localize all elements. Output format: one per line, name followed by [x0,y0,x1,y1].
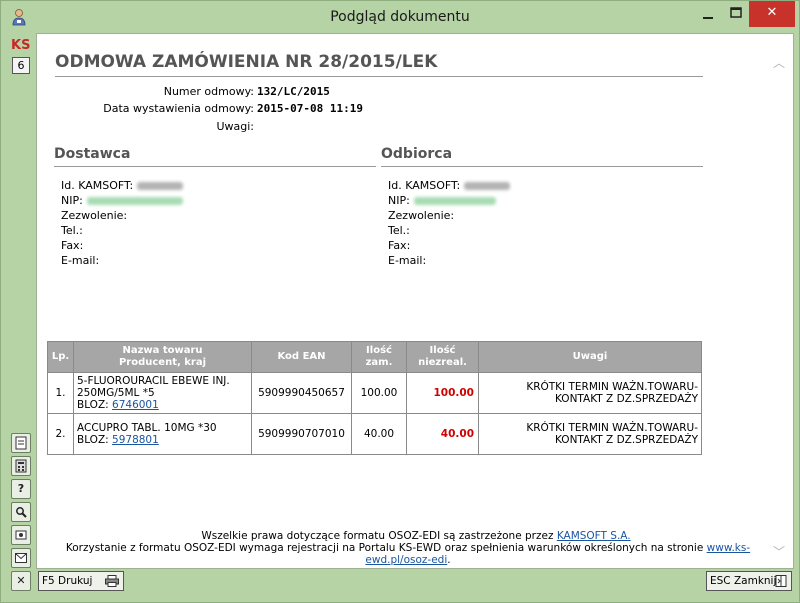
help-button[interactable]: ? [11,479,31,499]
table-row: 1. 5-FLUOROURACIL EBEWE INJ. 250MG/5ML *… [47,372,702,414]
meta-label: Numer odmowy: [163,85,254,98]
maximize-button[interactable] [723,1,749,27]
supplier-permit: Zezwolenie: [61,209,128,222]
meta-notes-row: Uwagi: [37,120,397,135]
recipient-heading: Odbiorca [381,146,453,162]
bloz-link[interactable]: 6746001 [112,399,159,411]
print-button[interactable]: F5 Drukuj [38,571,124,591]
recipient-permit: Zezwolenie: [388,209,455,222]
row-ean: 5909990707010 [251,413,352,455]
bloz-link[interactable]: 5978801 [112,434,159,446]
table-header-row: Lp. Nazwa towaru Producent, kraj Kod EAN… [47,341,702,373]
search-button[interactable] [11,502,31,522]
product-name: 5-FLUOROURACIL EBEWE INJ. [77,375,230,387]
left-toolbar: KS 6 ? ✕ [8,33,34,591]
maximize-icon [730,7,742,18]
redacted-value [137,182,184,190]
row-lp: 2. [47,413,74,455]
export-icon [15,530,27,540]
row-qty-unrealized: 100.00 [406,372,479,414]
search-icon [16,507,27,518]
recipient-kamsoft-id: Id. KAMSOFT: [388,179,511,192]
exit-button[interactable]: ✕ [11,571,31,591]
exit-door-icon [775,575,787,587]
supplier-kamsoft-id: Id. KAMSOFT: [61,179,184,192]
recipient-email: E-mail: [388,254,427,267]
preview-window: Podgląd dokumentu ✕ KS 6 ? ✕ ︿ ﹀ ODMOWA … [0,0,800,603]
calculator-button[interactable] [11,456,31,476]
redacted-value [413,197,496,205]
minimize-button[interactable] [693,1,723,27]
meta-date-row: Data wystawienia odmowy: 2015-07-08 11:1… [37,102,397,117]
row-notes: KRÓTKI TERMIN WAŻN.TOWARU- KONTAKT Z DZ.… [478,413,702,455]
header-ean: Kod EAN [251,341,352,373]
title-bar[interactable]: Podgląd dokumentu ✕ [1,1,799,33]
document-view[interactable]: ︿ ﹀ ODMOWA ZAMÓWIENIA NR 28/2015/LEK Num… [36,33,794,569]
supplier-divider [54,166,376,167]
page-number[interactable]: 6 [12,57,30,74]
close-icon: ✕ [16,574,26,587]
print-button-label: F5 Drukuj [42,575,93,587]
registration-notice: Korzystanie z formatu OSOZ-EDI wymaga re… [65,542,751,566]
meta-label: Data wystawienia odmowy: [103,102,254,115]
row-product: 5-FLUOROURACIL EBEWE INJ. 250MG/5ML *5 B… [73,372,252,414]
header-notes: Uwagi [478,341,702,373]
envelope-icon [15,553,27,563]
recipient-fax: Fax: [388,239,411,252]
kamsoft-link[interactable]: KAMSOFT S.A. [557,530,631,542]
row-qty-unrealized: 40.00 [406,413,479,455]
supplier-phone: Tel.: [61,224,83,237]
supplier-heading: Dostawca [54,146,131,162]
bottom-toolbar: F5 Drukuj ESC Zamknij [36,570,794,592]
header-qty-unrealized: Ilość niezreal. [406,341,479,373]
minimize-icon [703,17,713,19]
header-product-name-text: Nazwa towaru Producent, kraj [118,345,207,368]
header-qty-ordered: Ilość zam. [351,341,407,373]
close-button[interactable]: ESC Zamknij [706,571,792,591]
printer-icon [105,575,119,587]
document-info-icon [15,436,27,450]
recipient-phone: Tel.: [388,224,410,237]
header-lp: Lp. [47,341,74,373]
info-button[interactable] [11,433,31,453]
row-notes: KRÓTKI TERMIN WAŻN.TOWARU- KONTAKT Z DZ.… [478,372,702,414]
redacted-value [464,182,511,190]
title-divider [55,76,703,77]
ks-logo: KS [11,38,31,53]
row-qty-ordered: 40.00 [351,413,407,455]
close-icon: ✕ [766,5,778,20]
row-product: ACCUPRO TABL. 10MG *30 BLOZ: 5978801 [73,413,252,455]
window-title: Podgląd dokumentu [330,9,470,25]
refusal-items-table: Lp. Nazwa towaru Producent, kraj Kod EAN… [47,341,702,455]
row-ean: 5909990450657 [251,372,352,414]
meta-number-row: Numer odmowy: 132/LC/2015 [37,85,397,100]
close-button-label: ESC Zamknij [710,575,777,587]
table-row: 2. ACCUPRO TABL. 10MG *30 BLOZ: 5978801 … [47,413,702,455]
header-product-name: Nazwa towaru Producent, kraj [73,341,252,373]
email-button[interactable] [11,548,31,568]
supplier-fax: Fax: [61,239,84,252]
scroll-down-arrow-icon[interactable]: ﹀ [773,543,785,560]
product-bloz: BLOZ: 5978801 [77,434,159,446]
recipient-divider [381,166,703,167]
product-pack: 250MG/5ML *5 [77,387,155,399]
export-button[interactable] [11,525,31,545]
product-bloz: BLOZ: 6746001 [77,399,159,411]
recipient-nip: NIP: [388,194,496,207]
meta-value: 132/LC/2015 [257,85,330,98]
document-title: ODMOWA ZAMÓWIENIA NR 28/2015/LEK [55,52,438,72]
supplier-nip: NIP: [61,194,183,207]
question-icon: ? [17,482,25,495]
product-name: ACCUPRO TABL. 10MG *30 [77,422,217,434]
close-window-button[interactable]: ✕ [749,1,795,27]
row-qty-ordered: 100.00 [351,372,407,414]
row-lp: 1. [47,372,74,414]
scroll-up-arrow-icon[interactable]: ︿ [773,54,785,71]
calculator-icon [15,459,27,473]
redacted-value [86,197,183,205]
meta-value: 2015-07-08 11:19 [257,102,363,115]
copyright-notice: Wszelkie prawa dotyczące formatu OSOZ-ED… [201,530,631,542]
supplier-email: E-mail: [61,254,100,267]
meta-label: Uwagi: [216,120,254,133]
